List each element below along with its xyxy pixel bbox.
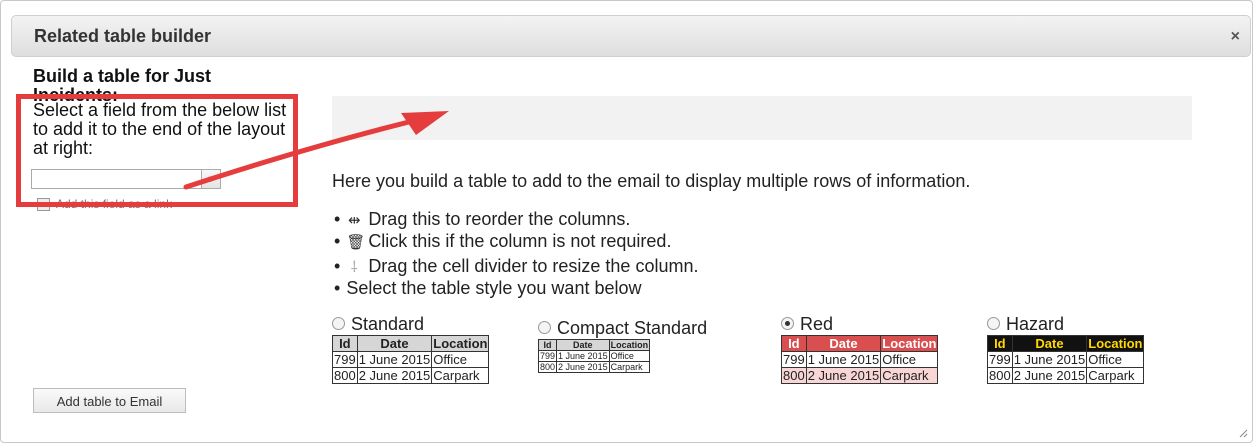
help-item-delete: • 🗑 Click this if the column is not requir… bbox=[334, 231, 672, 251]
style-label-red: Red bbox=[800, 314, 834, 334]
style-option-standard[interactable]: Standard Id Date Location 799 1 June 2015 Of… bbox=[332, 314, 490, 384]
add-as-link-checkbox[interactable] bbox=[37, 198, 50, 211]
resize-grip-icon[interactable] bbox=[1238, 428, 1248, 438]
field-instruction: Select a field from the below list to ad… bbox=[33, 100, 287, 158]
add-as-link-option[interactable]: Add this field as a link bbox=[37, 197, 172, 211]
style-radio-compact-standard[interactable] bbox=[538, 320, 551, 334]
add-table-to-email-button[interactable]: Add table to Email bbox=[33, 388, 186, 413]
compact-preview-table: Id Date Location 799 1 June 2015 Office 800 2… bbox=[537, 339, 651, 373]
builder-heading: Build a table for Just Incidents: bbox=[33, 67, 212, 101]
help-item-style: • Select the table style you want below bbox=[334, 278, 642, 298]
builder-description: Here you build a table to add to the ema… bbox=[332, 171, 971, 191]
field-select[interactable]: ▼ bbox=[31, 169, 221, 189]
reorder-icon: ⇹ bbox=[348, 212, 361, 229]
add-as-link-label: Add this field as a link bbox=[56, 197, 173, 211]
dialog-titlebar[interactable]: Related table builder × bbox=[11, 15, 1251, 57]
style-label-hazard: Hazard bbox=[1006, 314, 1065, 334]
hazard-preview-table: Id Date Location 799 1 June 2015 Office 800 2… bbox=[987, 335, 1145, 384]
resize-divider-icon: ⸸ bbox=[350, 259, 358, 276]
standard-preview-table: Id Date Location 799 1 June 2015 Office 800 2… bbox=[332, 335, 490, 384]
style-radio-red[interactable] bbox=[781, 316, 794, 330]
help-list: • ⇹ Drag this to reorder the columns. • 🗑 Cl… bbox=[334, 209, 698, 298]
close-icon[interactable]: × bbox=[1231, 28, 1240, 46]
field-panel: Build a table for Just Incidents: Select… bbox=[33, 67, 293, 158]
help-item-reorder: • ⇹ Drag this to reorder the columns. bbox=[334, 209, 631, 229]
style-option-compact-standard[interactable]: Compact Standard Id Date Location 799 1 Jun… bbox=[537, 318, 708, 373]
style-option-red[interactable]: Red Id Date Location 799 1 June 2015 Office … bbox=[781, 314, 939, 384]
help-item-resize: • ⸸ Drag the cell divider to resize the co… bbox=[334, 256, 699, 276]
red-preview-table: Id Date Location 799 1 June 2015 Office 800 2… bbox=[781, 335, 939, 384]
style-radio-hazard[interactable] bbox=[987, 316, 1000, 330]
style-label-standard: Standard bbox=[351, 314, 425, 334]
chevron-down-icon[interactable]: ▼ bbox=[201, 170, 220, 188]
dialog-title: Related table builder bbox=[34, 26, 212, 46]
style-option-hazard[interactable]: Hazard Id Date Location 799 1 June 2015 Offi… bbox=[987, 314, 1145, 384]
related-table-builder-dialog: Related table builder × Build a table fo… bbox=[0, 0, 1253, 443]
style-radio-standard[interactable] bbox=[332, 316, 345, 330]
trash-icon: 🗑 bbox=[346, 234, 366, 251]
table-layout-area[interactable] bbox=[332, 96, 1192, 140]
style-label-compact-standard: Compact Standard bbox=[557, 318, 708, 338]
